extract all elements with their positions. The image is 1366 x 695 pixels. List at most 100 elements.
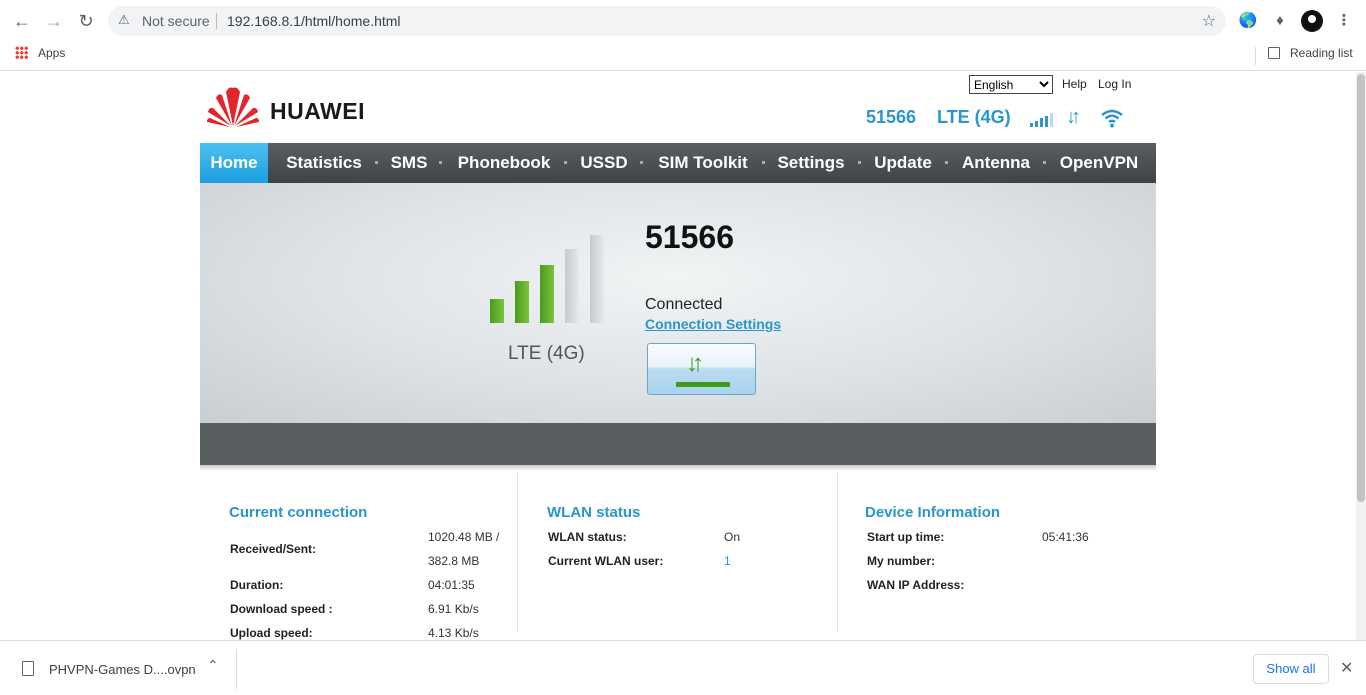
reload-icon[interactable]: ↻ <box>75 10 97 32</box>
nav-phonebook[interactable]: Phonebook <box>449 143 559 183</box>
connection-settings-link[interactable]: Connection Settings <box>645 316 781 332</box>
device-info-title: Device Information <box>865 504 1001 521</box>
upload-speed-value: 4.13 Kb/s <box>428 626 479 640</box>
transfer-arrows-icon: ↓↑ <box>686 350 704 377</box>
warning-icon: ⚠ <box>118 12 130 27</box>
upload-speed-label: Upload speed: <box>230 626 313 640</box>
hero-operator: 51566 <box>645 219 734 255</box>
url-text[interactable]: 192.168.8.1/html/home.html <box>227 13 401 29</box>
show-all-button[interactable]: Show all <box>1253 654 1329 684</box>
wlan-users-label: Current WLAN user: <box>548 554 664 568</box>
omnibox-divider <box>216 13 217 29</box>
nav-antenna[interactable]: Antenna <box>954 143 1038 183</box>
bookmarks-bar: Apps Reading list <box>0 42 1366 71</box>
current-connection-panel: Current connection Received/Sent: 1020.4… <box>229 472 519 640</box>
wlan-status-title: WLAN status <box>547 504 641 521</box>
nav-settings[interactable]: Settings <box>771 143 851 183</box>
wlan-status-value: On <box>724 530 741 544</box>
bookmark-star-icon[interactable]: ☆ <box>1202 11 1216 31</box>
network-type: LTE (4G) <box>937 107 1011 127</box>
received-value: 1020.48 MB / <box>428 530 500 544</box>
back-icon[interactable]: ← <box>11 10 33 32</box>
duration-value: 04:01:35 <box>428 578 475 592</box>
download-shelf: PHVPN-Games D....ovpn ⌃ Show all ✕ <box>0 640 1366 695</box>
router-page: HUAWEI English Help Log In 51566 LTE (4G… <box>0 72 1356 640</box>
security-label[interactable]: Not secure <box>142 13 210 29</box>
reading-list-button[interactable]: Reading list <box>1290 46 1353 60</box>
band-shadow <box>200 465 1156 471</box>
wlan-status-label: WLAN status: <box>548 530 627 544</box>
hero-network-type: LTE (4G) <box>508 343 585 364</box>
wlan-users-value[interactable]: 1 <box>724 554 731 568</box>
nav-separator <box>375 161 378 164</box>
globe-extension-icon[interactable]: 🌎 <box>1238 11 1258 31</box>
connection-status: Connected <box>645 296 723 313</box>
wlan-status-panel: WLAN status WLAN status: On Current WLAN… <box>547 472 807 640</box>
signal-bar <box>590 235 604 323</box>
help-link[interactable]: Help <box>1062 77 1087 91</box>
data-transfer-icon: ↓↑ <box>1066 106 1081 128</box>
apps-grid-icon[interactable] <box>15 46 28 59</box>
apps-bookmark[interactable]: Apps <box>38 46 65 60</box>
bookmarks-divider <box>1255 47 1256 65</box>
nav-openvpn[interactable]: OpenVPN <box>1052 143 1146 183</box>
forward-icon[interactable]: → <box>43 10 65 32</box>
nav-separator <box>640 161 643 164</box>
connect-toggle-button[interactable]: ↓↑ <box>647 343 756 395</box>
signal-strength-icon <box>1030 113 1056 127</box>
download-speed-label: Download speed : <box>230 602 333 616</box>
signal-bar <box>515 281 529 323</box>
nav-separator <box>1043 161 1046 164</box>
nav-ussd[interactable]: USSD <box>573 143 635 183</box>
nav-home[interactable]: Home <box>200 143 268 183</box>
file-icon <box>22 661 34 676</box>
profile-avatar[interactable] <box>1301 10 1323 32</box>
operator-name: 51566 <box>866 107 917 127</box>
connection-hero: LTE (4G) 51566 Connected Connection Sett… <box>200 183 1156 423</box>
current-connection-title: Current connection <box>229 504 368 521</box>
signal-bar <box>540 265 554 323</box>
signal-bar <box>565 249 579 323</box>
signal-bars <box>490 233 610 323</box>
page-scrollbar[interactable] <box>1356 72 1366 640</box>
header: HUAWEI English Help Log In 51566 LTE (4G… <box>200 72 1156 142</box>
scrollbar-thumb[interactable] <box>1357 74 1365 502</box>
button-base-bar <box>676 382 730 387</box>
status-band <box>200 423 1156 465</box>
browser-toolbar: ← → ↻ ⚠ Not secure 192.168.8.1/html/home… <box>0 0 1366 42</box>
nav-separator <box>564 161 567 164</box>
login-link[interactable]: Log In <box>1098 77 1131 91</box>
received-sent-label: Received/Sent: <box>230 542 317 556</box>
nav-update[interactable]: Update <box>867 143 939 183</box>
nav-separator <box>439 161 442 164</box>
brand-name: HUAWEI <box>270 98 365 124</box>
nav-sim-toolkit[interactable]: SIM Toolkit <box>649 143 757 183</box>
menu-kebab-icon[interactable]: ⋮ <box>1334 11 1354 31</box>
address-bar[interactable]: ⚠ Not secure 192.168.8.1/html/home.html … <box>108 6 1226 36</box>
signal-bar <box>490 299 504 323</box>
wan-ip-label: WAN IP Address: <box>867 578 965 592</box>
language-select[interactable]: English <box>969 75 1053 94</box>
wifi-icon <box>1101 109 1123 128</box>
device-info-panel: Device Information Start up time: 05:41:… <box>865 472 1145 640</box>
huawei-logo-icon <box>207 87 259 127</box>
reading-list-icon[interactable] <box>1268 47 1280 59</box>
duration-label: Duration: <box>230 578 284 592</box>
nav-statistics[interactable]: Statistics <box>278 143 370 183</box>
startup-time-label: Start up time: <box>867 530 945 544</box>
nav-separator <box>858 161 861 164</box>
chevron-up-icon[interactable]: ⌃ <box>207 657 219 674</box>
sent-value: 382.8 MB <box>428 554 480 568</box>
download-speed-value: 6.91 Kb/s <box>428 602 479 616</box>
nav-separator <box>945 161 948 164</box>
panel-divider <box>837 472 838 632</box>
nav-separator <box>762 161 765 164</box>
startup-time-value: 05:41:36 <box>1042 530 1089 544</box>
main-nav: Home Statistics SMS Phonebook USSD SIM T… <box>200 143 1156 183</box>
nav-sms[interactable]: SMS <box>384 143 434 183</box>
my-number-label: My number: <box>867 554 936 568</box>
shelf-divider <box>236 649 237 689</box>
close-icon[interactable]: ✕ <box>1340 658 1353 678</box>
download-file-name[interactable]: PHVPN-Games D....ovpn <box>49 662 196 677</box>
puzzle-extensions-icon[interactable]: ♦ <box>1270 11 1290 31</box>
